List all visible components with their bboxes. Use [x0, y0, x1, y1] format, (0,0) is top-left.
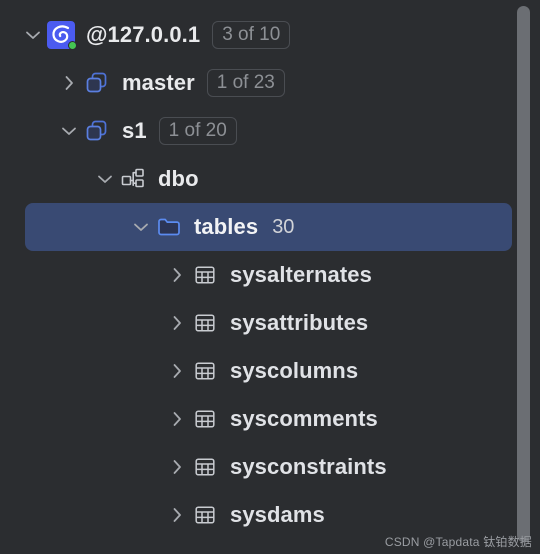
tree-row-sysattributes[interactable]: sysattributes: [0, 299, 512, 347]
tree-row-tables[interactable]: tables 30: [25, 203, 512, 251]
tree-row-s1[interactable]: s1 1 of 20: [0, 107, 512, 155]
table-icon: [190, 500, 220, 530]
tree-row-label: syscolumns: [230, 358, 359, 383]
tree-row-dbo[interactable]: dbo: [0, 155, 512, 203]
tree-row-label: syscomments: [230, 406, 378, 431]
table-icon: [190, 404, 220, 434]
tree-row-count-badge: 1 of 20: [158, 117, 237, 145]
table-icon: [190, 308, 220, 338]
database-server-icon: [46, 20, 77, 50]
tree-row-count-badge: 3 of 10: [212, 21, 291, 49]
tree-row-syscolumns[interactable]: syscolumns: [0, 347, 512, 395]
chevron-right-icon[interactable]: [164, 502, 190, 528]
chevron-right-icon[interactable]: [164, 262, 190, 288]
chevron-down-icon[interactable]: [128, 214, 154, 240]
tree-row-label: master: [122, 70, 195, 95]
vertical-scrollbar-thumb[interactable]: [517, 6, 530, 542]
tree-row-count-badge: 1 of 23: [206, 69, 285, 97]
tree-row-sysdams[interactable]: sysdams: [0, 491, 512, 539]
chevron-down-icon[interactable]: [20, 22, 46, 48]
tree-row-label: s1: [122, 118, 147, 143]
tree-row-server[interactable]: @127.0.0.1 3 of 10: [0, 11, 512, 59]
tree-row-sysconstraints[interactable]: sysconstraints: [0, 443, 512, 491]
tree-row-label: @127.0.0.1: [86, 22, 201, 47]
chevron-down-icon[interactable]: [92, 166, 118, 192]
table-icon: [190, 452, 220, 482]
chevron-right-icon[interactable]: [164, 454, 190, 480]
chevron-right-icon[interactable]: [164, 406, 190, 432]
tree-row-sysalternates[interactable]: sysalternates: [0, 251, 512, 299]
tree-row-label: sysattributes: [230, 310, 369, 335]
tree-row-count-badge: 30: [272, 216, 295, 238]
tree-row-label: tables: [194, 214, 259, 239]
tree-row-label: sysalternates: [230, 262, 372, 287]
table-icon: [190, 356, 220, 386]
chevron-right-icon[interactable]: [164, 358, 190, 384]
database-icon: [82, 68, 112, 98]
schema-icon: [118, 164, 148, 194]
table-icon: [190, 260, 220, 290]
tree-row-label: sysdams: [230, 502, 325, 527]
database-icon: [82, 116, 112, 146]
database-tree[interactable]: @127.0.0.1 3 of 10 master 1 of 23 s1 1 of 20 d…: [0, 0, 540, 554]
folder-icon: [154, 212, 184, 242]
tree-row-syscomments[interactable]: syscomments: [0, 395, 512, 443]
chevron-right-icon[interactable]: [164, 310, 190, 336]
vertical-scrollbar-track[interactable]: [517, 0, 531, 554]
tree-row-label: sysconstraints: [230, 454, 387, 479]
chevron-down-icon[interactable]: [56, 118, 82, 144]
chevron-right-icon[interactable]: [56, 70, 82, 96]
tree-row-label: dbo: [158, 166, 199, 191]
tree-row-master[interactable]: master 1 of 23: [0, 59, 512, 107]
